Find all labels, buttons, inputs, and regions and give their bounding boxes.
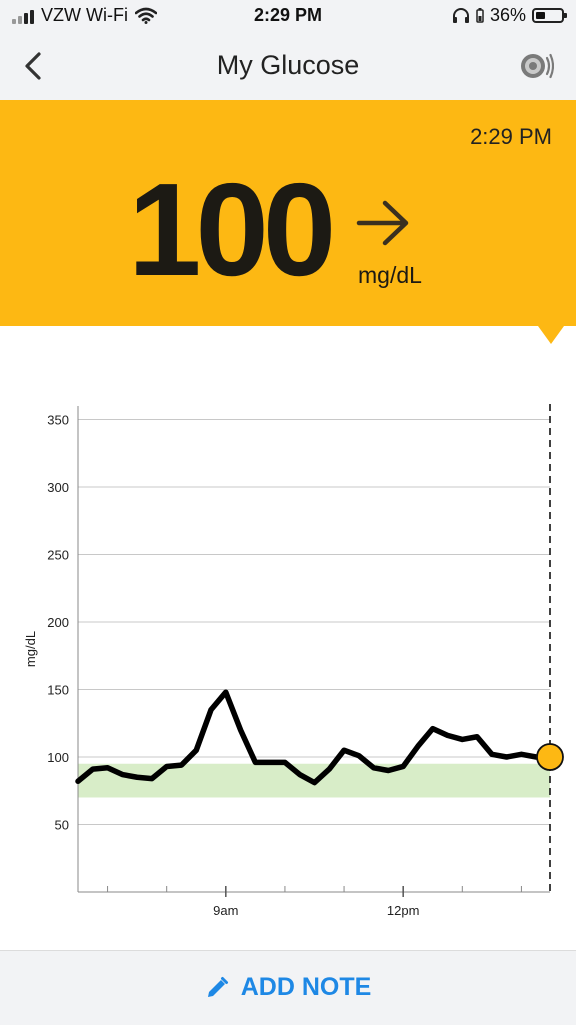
footer-bar: ADD NOTE xyxy=(0,950,576,1025)
glucose-value: 100 xyxy=(128,156,336,303)
trend-arrow-right-icon xyxy=(356,200,409,246)
status-bar: VZW Wi-Fi 2:29 PM 36% xyxy=(0,0,576,34)
status-right: 36% xyxy=(452,5,567,26)
glucose-chart-svg: 350 300 250 200 150 100 50 9am 12pm mg/dL xyxy=(23,404,564,918)
pencil-icon xyxy=(207,976,228,997)
battery-percent: 36% xyxy=(489,5,526,25)
add-note-label: ADD NOTE xyxy=(240,973,372,1001)
x-tick-label: 9am xyxy=(213,903,238,918)
y-tick-label: 250 xyxy=(47,548,69,563)
current-glucose-point[interactable] xyxy=(536,743,564,771)
y-tick-label: 50 xyxy=(55,818,69,833)
nav-bar: My Glucose xyxy=(0,34,576,101)
reading-time: 2:29 PM xyxy=(470,124,552,149)
y-tick-label: 300 xyxy=(47,480,69,495)
y-tick-label: 100 xyxy=(47,750,69,765)
glucose-unit: mg/dL xyxy=(358,262,422,288)
alert-sound-icon[interactable] xyxy=(518,48,554,84)
y-tick-label: 150 xyxy=(47,683,69,698)
headphones-icon xyxy=(452,8,469,23)
x-tick-label: 12pm xyxy=(387,903,420,918)
add-note-button[interactable]: ADD NOTE xyxy=(0,973,576,1002)
banner-pointer xyxy=(538,326,564,344)
y-tick-label: 350 xyxy=(47,413,69,428)
y-tick-label: 200 xyxy=(47,615,69,630)
glucose-chart: 350 300 250 200 150 100 50 9am 12pm mg/dL xyxy=(0,380,576,920)
battery-icon xyxy=(532,8,567,23)
page-title: My Glucose xyxy=(216,50,360,80)
battery-small-icon xyxy=(476,8,484,23)
y-axis-label: mg/dL xyxy=(23,631,38,667)
